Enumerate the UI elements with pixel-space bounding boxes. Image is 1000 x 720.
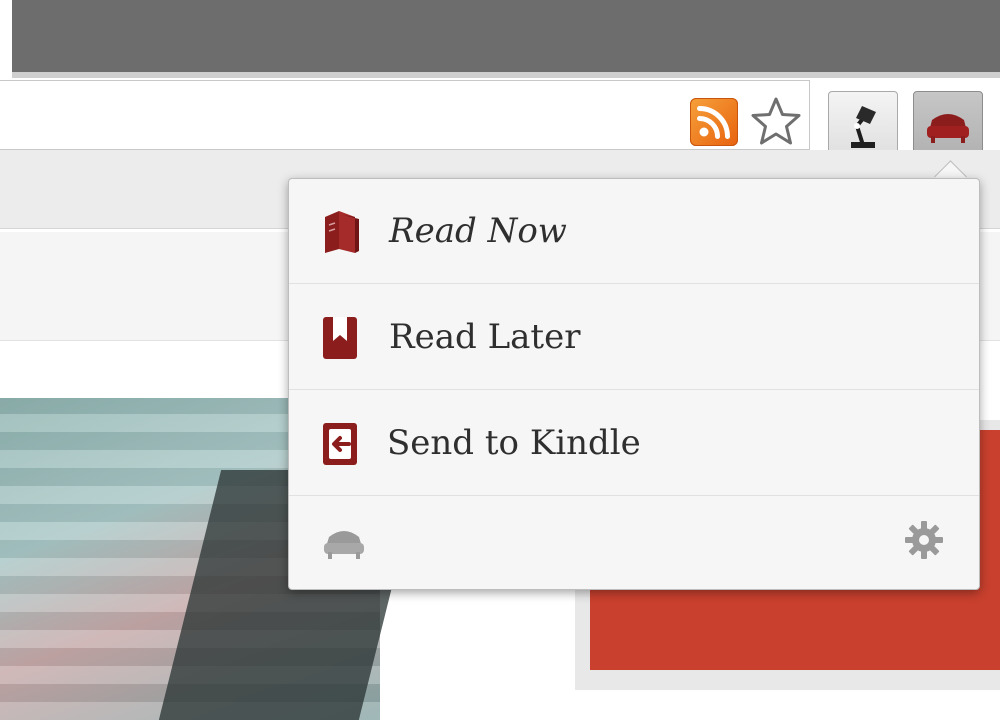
bookmark-icon [323, 317, 357, 359]
send-to-kindle-item[interactable]: Send to Kindle [289, 391, 979, 496]
read-later-item[interactable]: Read Later [289, 285, 979, 390]
send-to-kindle-label: Send to Kindle [387, 423, 641, 463]
gear-icon[interactable] [903, 519, 945, 561]
read-later-label: Read Later [389, 317, 581, 357]
readability-popup: Read Now Read Later Send to Kindle [288, 178, 980, 590]
popup-footer [289, 497, 979, 587]
bookmark-star-icon[interactable] [748, 94, 804, 150]
send-icon [323, 423, 357, 465]
browser-titlebar [12, 0, 1000, 72]
books-icon [325, 211, 359, 253]
address-bar[interactable] [0, 80, 810, 150]
readability-logo-icon[interactable] [321, 523, 367, 563]
rss-icon[interactable] [690, 98, 738, 146]
titlebar-edge [12, 72, 1000, 78]
read-now-item[interactable]: Read Now [289, 179, 979, 284]
read-now-label: Read Now [389, 211, 567, 251]
